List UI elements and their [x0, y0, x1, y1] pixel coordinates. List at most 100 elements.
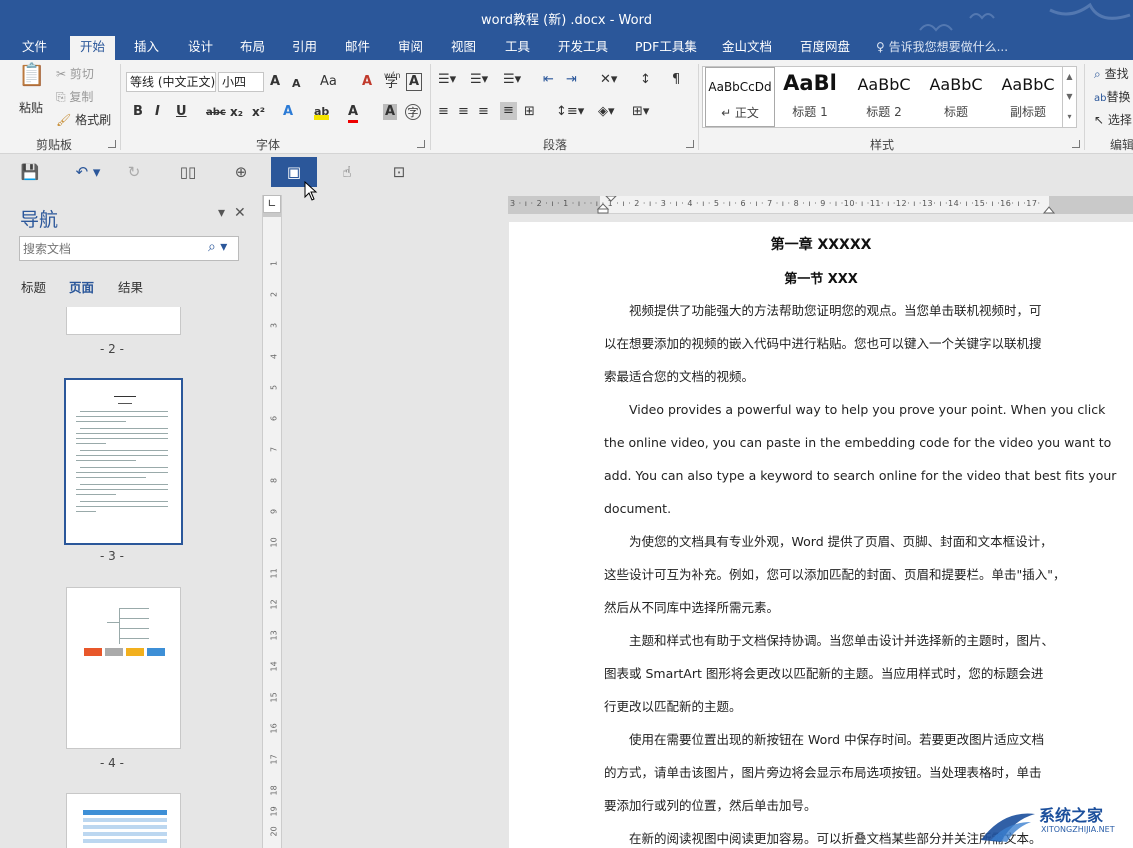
character-shading-button[interactable]: A: [383, 104, 398, 120]
tab-references[interactable]: 引用: [288, 38, 321, 60]
font-size-combo[interactable]: 小四: [218, 72, 264, 92]
highlight-button[interactable]: ab: [314, 104, 330, 120]
tab-mailings[interactable]: 邮件: [341, 38, 374, 60]
clear-formatting-button[interactable]: A: [362, 74, 372, 90]
cut-button[interactable]: ✂ 剪切: [56, 66, 94, 82]
nav-search-input[interactable]: [23, 239, 203, 258]
paste-button[interactable]: 粘贴: [19, 100, 43, 116]
tab-insert[interactable]: 插入: [130, 38, 163, 60]
document-page[interactable]: 第一章 XXXXX 第一节 XXX 视频提供了功能强大的方法帮助您证明您的观点。…: [509, 222, 1133, 848]
nav-tab-headings[interactable]: 标题: [21, 277, 46, 296]
tab-pdf-tools[interactable]: PDF工具集: [631, 38, 701, 60]
word-window: word教程 (新) .docx - Word 文件 开始 插入 设计 布局 引…: [0, 0, 1133, 848]
read-mode-icon[interactable]: ▯▯: [176, 161, 200, 183]
right-indent-icon[interactable]: [1042, 202, 1056, 214]
save-icon[interactable]: 💾: [18, 161, 42, 183]
tab-developer[interactable]: 开发工具: [554, 38, 612, 60]
style-heading-2[interactable]: AaBbC 标题 2: [851, 67, 917, 127]
phonetic-guide-button[interactable]: 字: [385, 76, 398, 92]
page-thumbnail-2[interactable]: [66, 307, 181, 335]
chinese-layout-icon[interactable]: ✕▾: [600, 72, 617, 88]
italic-button[interactable]: I: [155, 104, 160, 120]
style-heading-1-name: 标题 1: [792, 105, 828, 119]
style-subtitle[interactable]: AaBbC 副标题: [995, 67, 1061, 127]
thumb-line: [76, 443, 106, 444]
font-color-button[interactable]: A: [348, 104, 359, 123]
tab-layout[interactable]: 布局: [236, 38, 269, 60]
vertical-ruler[interactable]: 1 2 3 4 5 6 7 8 9 10 11 12 13 14 15 16 1…: [262, 195, 282, 848]
find-button[interactable]: ⌕ 查找: [1094, 66, 1129, 82]
tab-selector-icon[interactable]: ∟: [263, 195, 281, 213]
shrink-font-button[interactable]: A: [292, 76, 301, 92]
tab-design[interactable]: 设计: [184, 38, 217, 60]
page-thumbnail-4[interactable]: [66, 587, 181, 749]
style-heading-1[interactable]: AaBl 标题 1: [779, 67, 841, 127]
strikethrough-button[interactable]: abc: [206, 105, 226, 121]
nav-search-box[interactable]: ⌕ ▾: [19, 236, 239, 261]
bullets-icon[interactable]: ☰▾: [438, 72, 456, 88]
show-marks-icon[interactable]: ¶: [672, 72, 680, 88]
tab-kingsoft-docs[interactable]: 金山文档: [718, 38, 776, 60]
tab-review[interactable]: 审阅: [394, 38, 427, 60]
justify-icon[interactable]: ≡: [500, 102, 517, 120]
font-launcher-icon[interactable]: [417, 140, 425, 148]
customize-icon[interactable]: ⊡: [387, 161, 411, 183]
character-border-button[interactable]: A: [406, 73, 423, 91]
nav-tab-results[interactable]: 结果: [118, 277, 143, 296]
shading-icon[interactable]: ◈▾: [598, 104, 615, 120]
clipboard-launcher-icon[interactable]: [108, 140, 116, 148]
copy-button[interactable]: ⎘ 复制: [56, 89, 93, 105]
format-painter-button[interactable]: 🖌 格式刷: [56, 112, 111, 128]
page-thumbnail-5[interactable]: [66, 793, 181, 848]
horizontal-ruler[interactable]: 3 · ı · 2 · ı · 1 · ı · · ı · 1 · ı · 2 …: [508, 196, 1133, 214]
tab-file[interactable]: 文件: [18, 38, 51, 60]
chevron-up-icon[interactable]: ▲: [1063, 67, 1076, 87]
sort-icon[interactable]: ↕: [640, 72, 651, 88]
multilevel-list-icon[interactable]: ☰▾: [503, 72, 521, 88]
numbering-icon[interactable]: ☰▾: [470, 72, 488, 88]
search-icon[interactable]: ⌕ ▾: [208, 239, 227, 255]
redo-icon[interactable]: ↻: [122, 161, 146, 183]
distributed-icon[interactable]: ⊞: [524, 104, 535, 120]
styles-launcher-icon[interactable]: [1072, 140, 1080, 148]
font-name-combo[interactable]: 等线 (中文正文): [126, 72, 216, 92]
document-line: 视频提供了功能强大的方法帮助您证明您的观点。当您单击联机视频时，可: [629, 303, 1042, 318]
style-title[interactable]: AaBbC 标题: [923, 67, 989, 127]
superscript-button[interactable]: x²: [252, 104, 265, 120]
decrease-indent-icon[interactable]: ⇤: [543, 72, 554, 88]
paste-icon[interactable]: 📋: [18, 65, 45, 87]
nav-options-icon[interactable]: ▾: [218, 205, 225, 221]
bold-button[interactable]: B: [133, 104, 143, 120]
styles-gallery-scroll[interactable]: ▲ ▼ ▾: [1063, 66, 1077, 128]
text-effects-button[interactable]: A: [283, 104, 293, 120]
grow-font-button[interactable]: A: [270, 74, 280, 90]
close-icon[interactable]: ✕: [234, 205, 246, 221]
underline-button[interactable]: U: [176, 104, 187, 120]
paragraph-launcher-icon[interactable]: [686, 140, 694, 148]
change-case-button[interactable]: Aa: [320, 74, 337, 90]
borders-icon[interactable]: ⊞▾: [632, 104, 649, 120]
increase-indent-icon[interactable]: ⇥: [566, 72, 577, 88]
select-button[interactable]: ↖ 选择: [1094, 112, 1132, 128]
undo-icon[interactable]: ↶ ▾: [70, 161, 106, 183]
align-center-icon[interactable]: ≡: [458, 104, 469, 120]
tab-baidu-netdisk[interactable]: 百度网盘: [796, 38, 854, 60]
tab-home[interactable]: 开始: [70, 36, 116, 60]
subscript-button[interactable]: x₂: [230, 104, 243, 120]
align-right-icon[interactable]: ≡: [478, 104, 489, 120]
touch-mode-icon[interactable]: ☝: [335, 161, 359, 183]
line-spacing-icon[interactable]: ↕≡▾: [556, 104, 584, 120]
align-left-icon[interactable]: ≡: [438, 104, 449, 120]
more-styles-icon[interactable]: ▾: [1063, 107, 1076, 127]
enclose-characters-button[interactable]: 字: [405, 104, 421, 120]
indent-markers-icon[interactable]: [594, 196, 624, 214]
page-thumbnail-3[interactable]: [64, 378, 183, 545]
web-layout-icon[interactable]: ⊕: [229, 161, 253, 183]
nav-tab-pages[interactable]: 页面: [69, 277, 94, 296]
replace-button[interactable]: ab替换: [1094, 89, 1131, 107]
tell-me-box[interactable]: ♀ 告诉我您想要做什么...: [876, 38, 1008, 55]
tab-tools[interactable]: 工具: [501, 38, 534, 60]
tab-view[interactable]: 视图: [447, 38, 480, 60]
style-normal[interactable]: AaBbCcDd ↵ 正文: [705, 67, 775, 127]
chevron-down-icon[interactable]: ▼: [1063, 87, 1076, 107]
